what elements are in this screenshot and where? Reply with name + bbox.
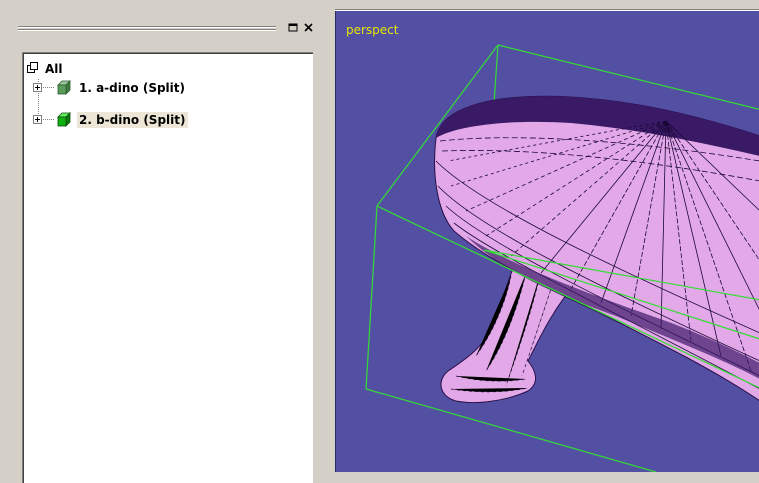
tree-item-label: 2. b-dino (Split)	[77, 112, 188, 128]
tree-root-label: All	[45, 62, 63, 76]
tree-item-label: 1. a-dino (Split)	[79, 81, 185, 95]
scene-tree: All 1. a-dino (Split) 2. b-dino (Split)	[22, 52, 313, 483]
expand-plus-icon[interactable]	[33, 83, 42, 92]
viewport-scene	[365, 44, 759, 472]
float-panel-icon[interactable]	[287, 21, 300, 34]
layers-icon	[27, 62, 38, 73]
panel-drag-grip[interactable]	[18, 26, 276, 31]
outliner-panel: All 1. a-dino (Split) 2. b-dino (Split)	[0, 0, 335, 483]
tree-root-all[interactable]: All	[27, 60, 227, 78]
tree-connector-branch	[43, 87, 55, 88]
perspective-viewport[interactable]: perspect	[335, 11, 759, 472]
mesh-cube-icon	[57, 112, 71, 127]
mesh-cube-icon	[57, 80, 71, 95]
tree-connector-branch	[43, 119, 55, 120]
tree-item-b-dino[interactable]: 2. b-dino (Split)	[33, 111, 293, 129]
close-panel-icon[interactable]	[302, 21, 315, 34]
tree-item-a-dino[interactable]: 1. a-dino (Split)	[33, 79, 293, 97]
expand-plus-icon[interactable]	[33, 115, 42, 124]
